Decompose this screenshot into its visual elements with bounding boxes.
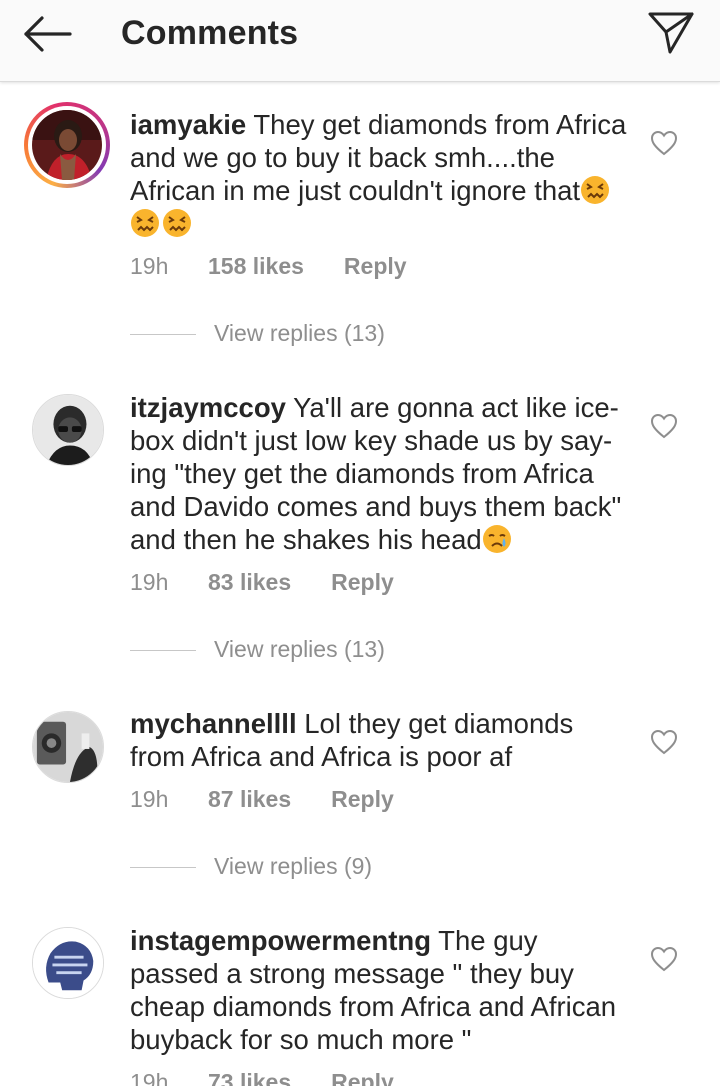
comment-time: 19h <box>130 1069 169 1086</box>
username[interactable]: iamyakie <box>130 109 246 140</box>
avatar[interactable] <box>32 927 104 999</box>
comment-meta: 19h 87 likes Reply <box>130 786 394 813</box>
comment-text: iamyakie They get diamonds from Africa a… <box>130 108 630 240</box>
comment-time: 19h <box>130 786 169 812</box>
reply-button[interactable]: Reply <box>344 253 407 280</box>
avatar[interactable] <box>24 102 110 188</box>
avatar[interactable] <box>32 711 104 783</box>
username[interactable]: instagempowermentng <box>130 925 431 956</box>
reply-button[interactable]: Reply <box>331 786 394 813</box>
user-photo <box>33 395 103 465</box>
comment-text: instagempowermentng The guy passed a str… <box>130 924 630 1056</box>
divider-line <box>130 650 196 651</box>
avatar[interactable] <box>32 394 104 466</box>
confounded-face-emoji <box>581 176 610 204</box>
user-photo <box>33 712 103 782</box>
share-button[interactable] <box>646 10 696 56</box>
crying-face-emoji <box>482 525 511 553</box>
paper-plane-icon <box>648 12 694 54</box>
confounded-face-emoji <box>131 209 159 237</box>
likes-count[interactable]: 73 likes <box>208 1069 291 1086</box>
comment-text: itzjaymccoy Ya'll are gonna act like ice… <box>130 391 630 556</box>
username[interactable]: mychannellll <box>130 708 297 739</box>
back-button[interactable] <box>20 12 76 56</box>
comment-text: mychannellll Lol they get diamonds from … <box>130 707 630 773</box>
heart-icon[interactable] <box>650 946 678 972</box>
likes-count[interactable]: 158 likes <box>208 253 304 280</box>
view-replies-label: View replies (9) <box>214 853 373 879</box>
user-photo <box>33 928 103 998</box>
comment-time: 19h <box>130 253 169 279</box>
likes-count[interactable]: 87 likes <box>208 786 291 813</box>
view-replies-label: View replies (13) <box>214 636 385 662</box>
user-photo <box>32 110 102 180</box>
divider-line <box>130 334 196 335</box>
page-title: Comments <box>121 14 299 52</box>
username[interactable]: itzjaymccoy <box>130 392 286 423</box>
divider-line <box>130 867 196 868</box>
comment-meta: 19h 73 likes Reply <box>130 1069 394 1086</box>
confounded-face-emoji <box>163 209 191 237</box>
likes-count[interactable]: 83 likes <box>208 569 291 596</box>
reply-button[interactable]: Reply <box>331 1069 394 1086</box>
heart-icon[interactable] <box>650 413 678 439</box>
heart-icon[interactable] <box>650 130 678 156</box>
comment-meta: 19h 83 likes Reply <box>130 569 394 596</box>
top-bar: Comments <box>0 0 720 82</box>
view-replies-label: View replies (13) <box>214 320 385 346</box>
heart-icon[interactable] <box>650 729 678 755</box>
reply-button[interactable]: Reply <box>331 569 394 596</box>
comment-time: 19h <box>130 569 169 595</box>
comment-meta: 19h 158 likes Reply <box>130 253 407 280</box>
arrow-left-icon <box>24 16 72 52</box>
